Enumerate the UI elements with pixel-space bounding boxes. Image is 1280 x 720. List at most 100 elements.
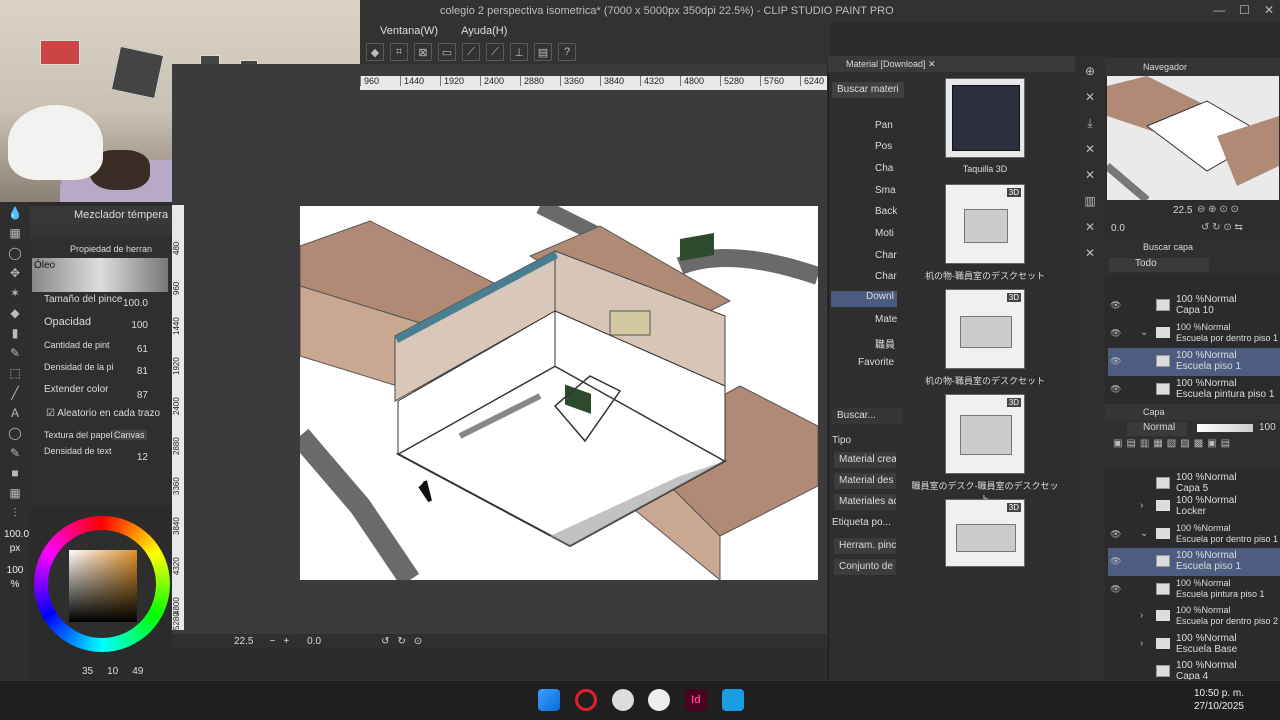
rotate-right-icon[interactable]: ↻ xyxy=(397,636,405,647)
snap-icon[interactable]: ⟋ xyxy=(486,43,504,61)
layer-row[interactable]: 100 %Normal Capa 4 xyxy=(1108,658,1280,682)
zoom-icon[interactable]: ⊕ xyxy=(1079,62,1101,80)
type-button[interactable]: Material des xyxy=(834,473,896,489)
opacity-slider[interactable] xyxy=(1197,424,1253,432)
brush-size-readout[interactable]: 100.0 px xyxy=(4,528,29,556)
fill-tool-icon[interactable]: ◆ xyxy=(4,304,26,322)
grid-tool-icon[interactable]: ▦ xyxy=(4,224,26,242)
layer-row[interactable]: 👁 ⌄ 100 %Normal Escuela por dentro piso 1 xyxy=(1108,320,1280,348)
pattern-icon[interactable]: ▦ xyxy=(4,484,26,502)
material-card[interactable]: 3D xyxy=(945,184,1025,264)
layer-row[interactable]: › 100 %Normal Escuela Base xyxy=(1108,631,1280,659)
move-icon[interactable]: ✥ xyxy=(4,264,26,282)
tree-item[interactable]: Back xyxy=(875,206,897,217)
opacity-readout[interactable]: 100 % xyxy=(4,564,26,592)
material-card[interactable]: 3D xyxy=(945,394,1025,474)
tree-item[interactable]: Mate xyxy=(875,314,897,325)
prop-value[interactable]: 100 xyxy=(131,320,148,331)
clear-icon[interactable]: ▭ xyxy=(438,43,456,61)
opacity-value[interactable]: 100 xyxy=(1259,422,1276,433)
close-panel-icon[interactable]: ✕ xyxy=(1079,88,1101,106)
line-icon[interactable]: ╱ xyxy=(4,384,26,402)
texture-density-value[interactable]: 12 xyxy=(137,452,148,463)
close-panel-icon[interactable]: ✕ xyxy=(1079,244,1101,262)
saturation-square[interactable] xyxy=(69,550,137,622)
paper-texture-value[interactable]: Canvas xyxy=(112,430,147,440)
opera-icon[interactable] xyxy=(575,689,597,711)
figure-icon[interactable]: ⬚ xyxy=(4,364,26,382)
pen-icon[interactable]: ✎ xyxy=(4,444,26,462)
indesign-icon[interactable]: Id xyxy=(685,689,707,711)
navigator-rotate-buttons[interactable]: ↺ ↻ ⊙ ⇆ xyxy=(1201,222,1243,233)
type-button[interactable]: Material crea xyxy=(834,452,896,468)
layer-tool-icons[interactable]: ▣▤▥▦▧▨▩▣▤ xyxy=(1113,438,1234,449)
reset-rotation-icon[interactable]: ⊙ xyxy=(414,636,422,647)
tree-item[interactable]: Pos xyxy=(875,141,892,152)
material-card[interactable]: 3D xyxy=(945,499,1025,567)
grid-icon[interactable]: ⊥ xyxy=(510,43,528,61)
tree-item[interactable]: Pan xyxy=(875,120,893,131)
navigator-zoom-buttons[interactable]: ⊖ ⊕ ⊙ ⊙ xyxy=(1197,204,1239,215)
eraser-icon[interactable]: ▮ xyxy=(4,324,26,342)
tag-button[interactable]: Conjunto de xyxy=(834,559,896,575)
material-search-button[interactable]: Buscar materi xyxy=(832,82,904,98)
canvas-angle-value[interactable]: 0.0 xyxy=(307,636,321,647)
material-tab[interactable]: Material [Download] ✕ xyxy=(828,56,1075,72)
layer-row[interactable]: 👁 100 %Normal Capa 10 xyxy=(1108,292,1280,320)
close-panel-icon[interactable]: ✕ xyxy=(1079,218,1101,236)
tree-item[interactable]: Moti xyxy=(875,228,894,239)
type-button[interactable]: Materiales ac xyxy=(834,494,896,510)
menu-ventana[interactable]: Ventana(W) xyxy=(380,25,438,37)
maximize-button[interactable]: ☐ xyxy=(1239,3,1250,17)
menu-ayuda[interactable]: Ayuda(H) xyxy=(461,25,507,37)
minimize-button[interactable]: — xyxy=(1213,3,1225,17)
main-color-swatch[interactable]: ■ xyxy=(4,464,26,482)
layer-row-selected[interactable]: 👁 100 %Normal Escuela piso 1 xyxy=(1108,548,1280,576)
tree-item-download[interactable]: Downl xyxy=(831,291,897,307)
zoom-out-icon[interactable]: − xyxy=(269,636,275,647)
navigator-thumbnail[interactable] xyxy=(1107,76,1279,200)
navigator-zoom[interactable]: 22.5 xyxy=(1173,205,1192,216)
text-tool-icon[interactable]: A xyxy=(4,404,26,422)
close-panel-icon[interactable]: ✕ xyxy=(1079,166,1101,184)
fill-icon[interactable]: ◆ xyxy=(366,43,384,61)
prop-value[interactable]: 100.0 xyxy=(123,298,148,309)
layer-row[interactable]: › 100 %Normal Escuela por dentro piso 2 xyxy=(1108,603,1280,631)
color-wheel[interactable] xyxy=(34,516,170,652)
clip-studio-icon[interactable] xyxy=(612,689,634,711)
random-checkbox[interactable]: ☑ Aleatorio en cada trazo xyxy=(46,408,160,419)
close-panel-icon[interactable]: ✕ xyxy=(1079,140,1101,158)
drop-icon[interactable]: 💧 xyxy=(4,204,26,222)
windows-start-icon[interactable] xyxy=(538,689,560,711)
drawing-canvas[interactable] xyxy=(300,206,818,580)
tree-item[interactable]: Char xyxy=(875,250,897,261)
prop-value[interactable]: 81 xyxy=(137,366,148,377)
prop-value[interactable]: 61 xyxy=(137,344,148,355)
layer-icon[interactable]: ▥ xyxy=(1079,192,1101,210)
balloon-icon[interactable]: ◯ xyxy=(4,424,26,442)
layer-panel-header[interactable]: Capa xyxy=(1105,404,1280,420)
tree-item[interactable]: Cha xyxy=(875,163,893,174)
material-card[interactable] xyxy=(945,78,1025,158)
eyedropper-icon[interactable]: ✎ xyxy=(4,344,26,362)
clip-studio-paint-icon[interactable] xyxy=(648,689,670,711)
tree-item[interactable]: Char xyxy=(875,271,897,282)
tree-item[interactable]: Sma xyxy=(875,185,896,196)
layer-filter-select[interactable]: Todo xyxy=(1109,258,1209,272)
prop-value[interactable]: 87 xyxy=(137,390,148,401)
layer-row[interactable]: 👁 ⌄ 100 %Normal Escuela por dentro piso 1 xyxy=(1108,521,1280,549)
app-icon[interactable] xyxy=(722,689,744,711)
crop-icon[interactable]: ⌗ xyxy=(390,43,408,61)
sparkle-icon[interactable]: ✶ xyxy=(4,284,26,302)
close-button[interactable]: ✕ xyxy=(1264,3,1274,17)
download-icon[interactable]: ⤓ xyxy=(1079,114,1101,132)
rotate-left-icon[interactable]: ↺ xyxy=(381,636,389,647)
navigator-header[interactable]: Navegador xyxy=(1105,58,1280,76)
transform-icon[interactable]: ⊠ xyxy=(414,43,432,61)
canvas-zoom-value[interactable]: 22.5 xyxy=(234,636,253,647)
zoom-in-icon[interactable]: + xyxy=(283,636,289,647)
help-icon[interactable]: ? xyxy=(558,43,576,61)
tree-item[interactable]: 職員 xyxy=(875,336,895,351)
layer-row-selected[interactable]: 👁 100 %Normal Escuela piso 1 xyxy=(1108,348,1280,376)
layer-row[interactable]: 👁 100 %Normal Escuela pintura piso 1 xyxy=(1108,576,1280,604)
